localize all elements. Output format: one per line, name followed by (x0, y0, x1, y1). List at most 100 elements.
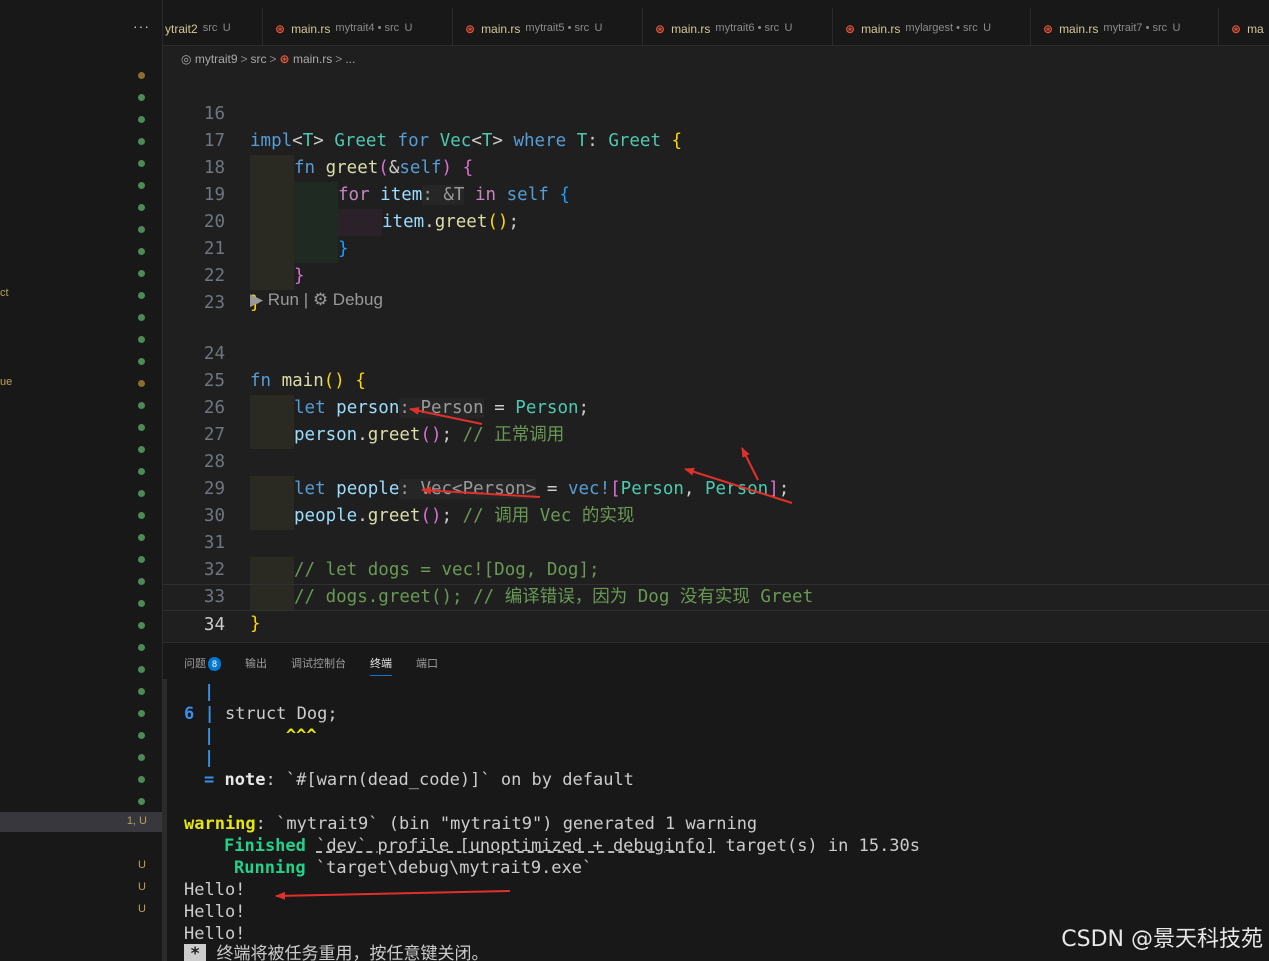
tab-desc: mytrait4 • src (335, 22, 400, 34)
rust-icon: ⊛ (1231, 22, 1242, 36)
tab-label: 问题 (184, 658, 206, 670)
breadcrumb-folder[interactable]: mytrait9 (195, 52, 238, 66)
explorer-sidebar: ··· ct ue 1, U U U U (0, 0, 163, 961)
code-line: 27 (163, 395, 1269, 445)
tab-desc: src (202, 22, 218, 34)
code-line-current: 34 (163, 584, 1269, 635)
gutter-pipe: | (204, 726, 215, 746)
untracked-badge: U (138, 903, 146, 915)
tab-main-mytrait4[interactable]: ⊛ main.rs mytrait4 • src U (263, 8, 453, 45)
git-status-dot (138, 556, 145, 563)
code-line: 26 person.greet(); // 正常调用 (163, 368, 1269, 449)
tab-desc: mytrait7 • src (1103, 22, 1168, 34)
tab-label: main.rs (861, 22, 901, 36)
error-carets: ^^^ (285, 726, 317, 746)
terminal-line: Hello! (184, 880, 246, 900)
tab-terminal[interactable]: 终端 (370, 655, 393, 676)
code-line: 31 // let dogs = vec![Dog, Dog]; (163, 503, 1269, 584)
more-actions-button[interactable]: ··· (133, 18, 150, 34)
sidebar-fragment[interactable]: ue (0, 376, 12, 388)
git-status-dot (138, 358, 145, 365)
tab-desc: mytrait6 • src (715, 22, 780, 34)
run-debug-codelens[interactable]: ▶ Run | ⚙ Debug (250, 290, 383, 310)
code-line: 19 item.greet(); (163, 155, 1269, 236)
tab-main-mytrait6[interactable]: ⊛ main.rs mytrait6 • src U (643, 8, 833, 45)
git-status-dot (138, 160, 145, 167)
git-status-dot (138, 380, 145, 387)
tab-status: U (404, 22, 413, 34)
watermark: CSDN @景天科技苑 (1061, 927, 1263, 952)
git-status-dot (138, 138, 145, 145)
code-line: 20 } (163, 182, 1269, 263)
tab-desc: mylargest • src (905, 22, 978, 34)
git-status-dot (138, 732, 145, 739)
sidebar-fragment[interactable]: ct (0, 287, 9, 299)
git-status-dot (138, 204, 145, 211)
rust-icon: ⊛ (275, 22, 286, 36)
code-line: 24 fn main() { (163, 314, 1269, 391)
git-status-dot (138, 688, 145, 695)
tab-desc: mytrait5 • src (525, 22, 590, 34)
line-number: 23 (203, 293, 225, 313)
git-status-dot (138, 446, 145, 453)
git-status-dot (138, 512, 145, 519)
line-number: 34 (203, 615, 225, 635)
untracked-badge: U (138, 881, 146, 893)
git-status-dot (138, 622, 145, 629)
code-line: 32 // dogs.greet(); // 编译错误，因为 Dog 没有实现 … (163, 530, 1269, 611)
terminal-line: Finished `dev` profile [unoptimized + de… (224, 835, 920, 857)
git-status-dot (138, 666, 145, 673)
tab-problems[interactable]: 问题 8 (184, 655, 222, 676)
chevron-right-icon: > (269, 52, 277, 66)
tab-label: ma (1247, 22, 1264, 36)
tab-main-mytrait7[interactable]: ⊛ main.rs mytrait7 • src U (1031, 8, 1219, 45)
terminal-line: Running `target\debug\mytrait9.exe` (234, 857, 592, 879)
git-status-dot (138, 226, 145, 233)
code-line: 18 for item: &T in self { (163, 128, 1269, 209)
warning-label: warning (184, 814, 256, 834)
breadcrumb-file[interactable]: main.rs (293, 52, 332, 66)
tab-ports[interactable]: 端口 (416, 655, 438, 676)
profile-link[interactable]: `dev` profile [unoptimized + debuginfo] (316, 836, 715, 856)
git-status-dot (138, 292, 145, 299)
git-status-dot (138, 798, 145, 805)
git-status-dot (138, 182, 145, 189)
code-editor[interactable]: 16 impl<T> Greet for Vec<T> where T: Gre… (163, 70, 1269, 642)
note-label: note (224, 770, 266, 790)
tab-status: U (784, 22, 793, 34)
tab-main-mylargest[interactable]: ⊛ main.rs mylargest • src U (833, 8, 1031, 45)
tab-label: main.rs (1059, 22, 1099, 36)
tab-status: U (594, 22, 603, 34)
tab-status: U (983, 22, 992, 34)
source-line-number: 6 (184, 704, 195, 724)
terminal-line: | (204, 747, 214, 769)
task-reuse-message: 终端将被任务重用，按任意键关闭。 (216, 944, 489, 961)
terminal[interactable]: | 6 | struct Dog; | ^^^ | = note: `#[war… (163, 679, 1269, 961)
git-status-dot (138, 116, 145, 123)
running-text: `target\debug\mytrait9.exe` (315, 858, 593, 878)
task-marker: * (184, 944, 207, 961)
tab-ytrait2[interactable]: ytrait2 src U (163, 8, 263, 45)
breadcrumb-sub[interactable]: src (251, 52, 267, 66)
breadcrumb: ◎ mytrait9 > src > ⊛ main.rs >... (163, 46, 1269, 70)
tab-debug-console[interactable]: 调试控制台 (291, 655, 346, 676)
sidebar-selected-item[interactable]: 1, U (0, 812, 162, 832)
code-line: 28 let people: Vec<Person> = vec![Person… (163, 422, 1269, 503)
code-line: 33 } (163, 557, 1269, 634)
breadcrumb-more[interactable]: ... (345, 52, 355, 66)
code-line: 29 people.greet(); // 调用 Vec 的实现 (163, 449, 1269, 530)
git-status-dot (138, 754, 145, 761)
terminal-line: Hello! (184, 924, 246, 944)
git-status-dot (138, 424, 145, 431)
terminal-line: 6 | struct Dog; (184, 703, 338, 725)
rust-icon: ⊛ (845, 22, 856, 36)
file-status-label: 1, U (126, 815, 147, 827)
code-line: 25 let person: Person = Person; (163, 341, 1269, 422)
chevron-right-icon: > (240, 52, 248, 66)
tab-output[interactable]: 输出 (245, 655, 267, 676)
finished-label: Finished (224, 836, 306, 856)
tab-main-mytrait5[interactable]: ⊛ main.rs mytrait5 • src U (453, 8, 643, 45)
terminal-line: | ^^^ (204, 725, 317, 747)
running-label: Running (234, 858, 306, 878)
tab-main-partial[interactable]: ⊛ ma (1219, 8, 1269, 45)
